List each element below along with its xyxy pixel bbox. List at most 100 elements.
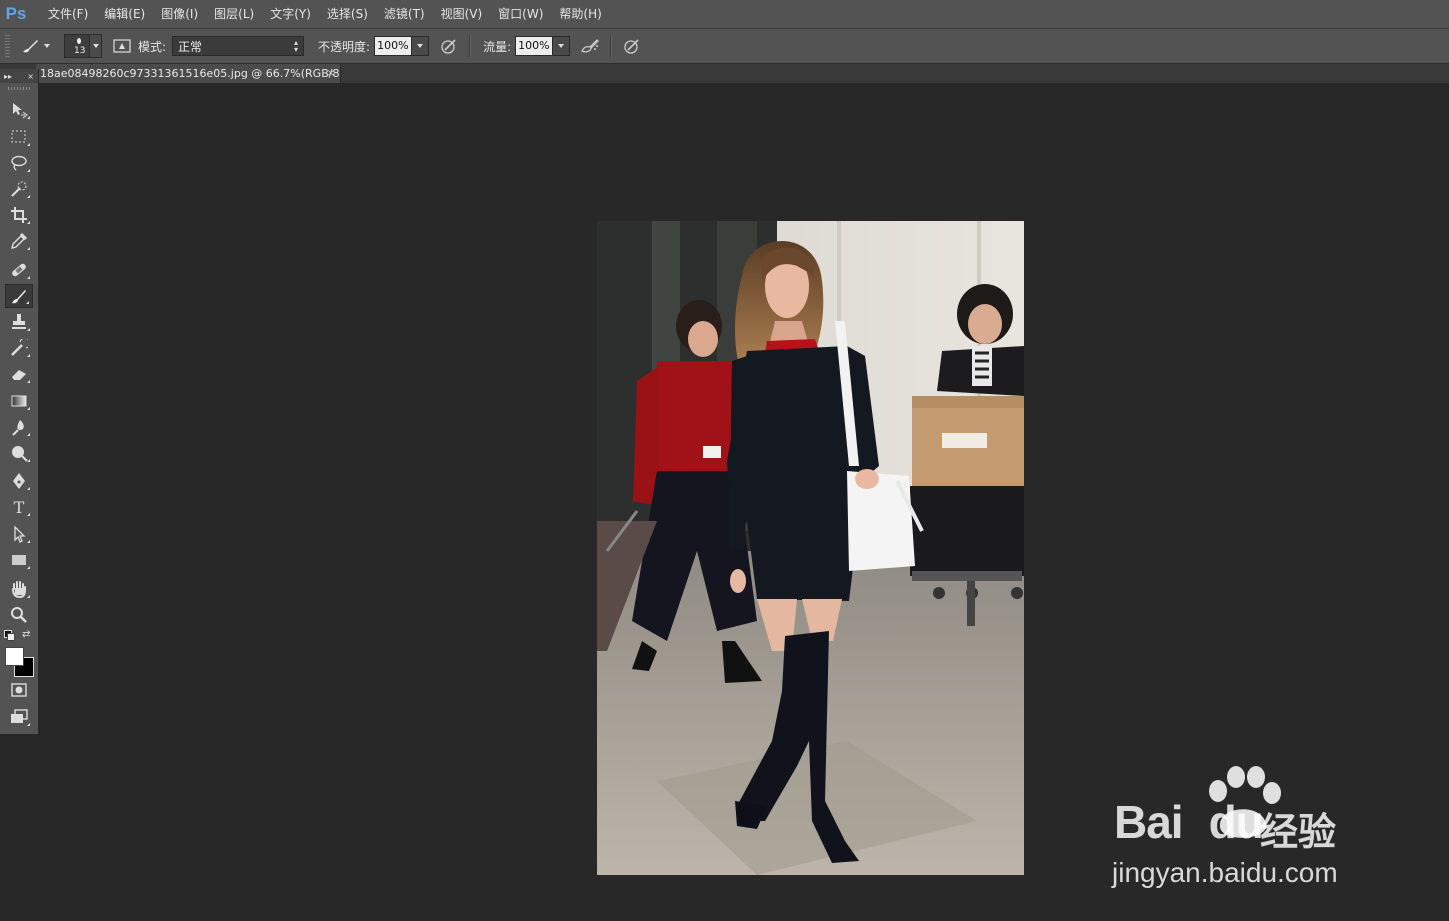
pen-tool[interactable]: [5, 469, 33, 493]
history-brush-icon: [11, 339, 28, 356]
screen-mode-icon: [11, 709, 28, 723]
hand-tool[interactable]: [5, 577, 33, 601]
tools-panel-grip[interactable]: [8, 87, 30, 90]
blend-mode-select[interactable]: 正常 ▴ ▾: [172, 36, 305, 56]
flow-field[interactable]: 100%: [515, 36, 571, 56]
canvas-image[interactable]: [597, 221, 1024, 875]
pressure-size-button[interactable]: [622, 36, 642, 56]
baidu-jingyan-watermark: Bai du 经验 jingyan.baidu.com: [1110, 765, 1380, 895]
menu-window[interactable]: 窗口(W): [490, 0, 551, 28]
hand-icon: [12, 581, 26, 598]
menu-view[interactable]: 视图(V): [433, 0, 491, 28]
pressure-opacity-button[interactable]: [439, 36, 459, 56]
eraser-tool[interactable]: [5, 362, 33, 386]
history-brush-tool[interactable]: [5, 336, 33, 360]
foreground-color-swatch[interactable]: [5, 647, 24, 666]
tools-panel: ▸▸ × T ⇄: [0, 69, 39, 734]
menu-select[interactable]: 选择(S): [319, 0, 376, 28]
crop-icon: [11, 207, 27, 223]
chevron-down-icon: [417, 44, 424, 48]
marquee-tool[interactable]: [5, 125, 33, 149]
options-bar-grip[interactable]: [5, 35, 10, 57]
document-tab[interactable]: 18ae08498260c97331361516e05.jpg @ 66.7%(…: [36, 64, 341, 83]
airbrush-button[interactable]: [580, 36, 600, 56]
brush-panel-toggle[interactable]: [112, 36, 132, 56]
dodge-tool[interactable]: [5, 441, 33, 465]
menu-edit[interactable]: 编辑(E): [96, 0, 153, 28]
close-icon[interactable]: ×: [327, 64, 335, 83]
blur-tool[interactable]: [5, 415, 33, 439]
brush-tip-icon: [77, 38, 81, 44]
stamp-icon: [12, 314, 26, 329]
tool-preset-picker[interactable]: [20, 38, 50, 54]
close-panel-icon[interactable]: ×: [27, 72, 34, 81]
lasso-tool[interactable]: [5, 151, 33, 175]
rectangle-tool[interactable]: [5, 548, 33, 572]
tools-panel-header: ▸▸ ×: [0, 69, 38, 83]
screen-mode-button[interactable]: [5, 705, 33, 729]
gradient-icon: [11, 395, 27, 407]
menu-filter[interactable]: 滤镜(T): [376, 0, 433, 28]
opacity-dropdown[interactable]: [412, 36, 430, 56]
menu-image[interactable]: 图像(I): [153, 0, 206, 28]
zoom-tool[interactable]: [5, 603, 33, 627]
crop-tool[interactable]: [5, 203, 33, 227]
updown-arrows-icon: ▴ ▾: [294, 38, 299, 54]
brush-icon: [23, 40, 38, 53]
pen-nib-icon: [13, 473, 25, 489]
opacity-value[interactable]: 100%: [374, 36, 413, 56]
options-bar: 13 模式: 正常 ▴ ▾ 不透明度: 100% 流量: 100%: [0, 29, 1449, 64]
move-icon: [13, 103, 28, 119]
type-icon: T: [13, 497, 25, 517]
chevron-down-icon: [92, 44, 99, 48]
brush-size-value: 13: [74, 46, 86, 56]
bandage-icon: [12, 263, 26, 277]
menu-file[interactable]: 文件(F): [40, 0, 96, 28]
watermark-url: jingyan.baidu.com: [1112, 857, 1338, 888]
chevron-down-icon: [44, 44, 50, 48]
zoom-icon: [11, 607, 27, 623]
quick-mask-button[interactable]: [5, 678, 33, 702]
menu-help[interactable]: 帮助(H): [551, 0, 609, 28]
opacity-label: 不透明度:: [318, 39, 371, 54]
menu-layer[interactable]: 图层(L): [206, 0, 262, 28]
mode-label: 模式:: [138, 39, 167, 54]
move-tool[interactable]: [5, 98, 33, 122]
opacity-field[interactable]: 100%: [374, 36, 430, 56]
rectangle-shape-icon: [12, 555, 26, 565]
quick-mask-icon: [11, 683, 27, 697]
main-menu: 文件(F) 编辑(E) 图像(I) 图层(L) 文字(Y) 选择(S) 滤镜(T…: [40, 0, 610, 28]
quick-selection-tool[interactable]: [5, 177, 33, 201]
quick-selection-icon: [11, 181, 27, 197]
type-tool[interactable]: T: [5, 495, 33, 519]
watermark-brand-a: Bai du: [1114, 796, 1264, 848]
document-title: 18ae08498260c97331361516e05.jpg @ 66.7%(…: [40, 67, 341, 80]
flow-label: 流量:: [483, 39, 512, 54]
watermark-brand-cn: 经验: [1260, 810, 1337, 854]
spot-healing-tool[interactable]: [5, 258, 33, 282]
eraser-icon: [12, 370, 26, 380]
clone-stamp-tool[interactable]: [5, 310, 33, 334]
chevron-down-icon: [558, 44, 565, 48]
menu-type[interactable]: 文字(Y): [262, 0, 319, 28]
pen-pressure-icon: [441, 39, 456, 54]
brush-tool[interactable]: [5, 284, 33, 308]
rectangular-marquee-icon: [11, 130, 26, 143]
collapse-panel-icon[interactable]: ▸▸: [4, 72, 12, 81]
default-colors-icon[interactable]: [4, 630, 15, 641]
blur-drop-icon: [12, 420, 24, 436]
brush-preset-picker[interactable]: 13: [64, 34, 102, 58]
menu-bar: Ps 文件(F) 编辑(E) 图像(I) 图层(L) 文字(Y) 选择(S) 滤…: [0, 0, 1449, 29]
path-selection-tool[interactable]: [5, 522, 33, 546]
path-selection-icon: [14, 525, 26, 543]
photo-content: [597, 221, 1024, 875]
flow-dropdown[interactable]: [553, 36, 571, 56]
airbrush-icon: [581, 39, 600, 53]
blend-mode-value: 正常: [178, 39, 203, 54]
eyedropper-icon: [11, 232, 28, 249]
gradient-tool[interactable]: [5, 389, 33, 413]
swap-colors-icon[interactable]: ⇄: [22, 629, 30, 640]
document-tab-bar: 18ae08498260c97331361516e05.jpg @ 66.7%(…: [0, 64, 1449, 83]
flow-value[interactable]: 100%: [515, 36, 554, 56]
eyedropper-tool[interactable]: [5, 229, 33, 253]
